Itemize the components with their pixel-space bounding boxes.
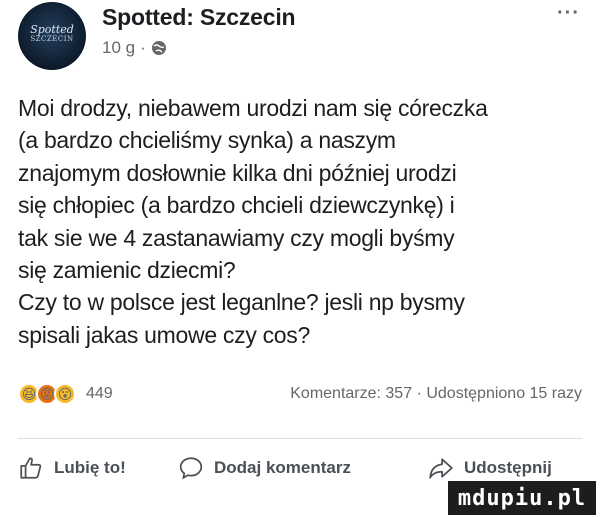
reactions[interactable]: 😆 😡 😮 449	[18, 383, 113, 405]
share-label: Udostępnij	[464, 458, 552, 477]
watermark-logo: mdupiu.pl	[448, 481, 596, 515]
stats-separator: ·	[416, 385, 422, 402]
comment-icon	[179, 457, 203, 480]
page-name[interactable]: Spotted: Szczecin	[102, 4, 296, 31]
avatar-logo-bottom: SZCZECIN	[30, 35, 74, 43]
globe-icon	[151, 40, 167, 56]
comment-share-stats: Komentarze: 357 · Udostępniono 15 razy	[290, 385, 582, 403]
like-button[interactable]: Lubię to!	[18, 448, 126, 488]
post-time[interactable]: 10 g	[102, 38, 135, 58]
post-line: tak sie we 4 zastanawiamy czy mogli byśm…	[18, 224, 455, 251]
share-icon	[429, 458, 453, 479]
comment-count[interactable]: Komentarze: 357	[290, 385, 412, 402]
like-label: Lubię to!	[54, 458, 126, 477]
meta-separator: ·	[140, 38, 146, 57]
reaction-count[interactable]: 449	[86, 385, 113, 403]
post-line: (a bardzo chcieliśmy synka) a naszym	[18, 127, 396, 154]
post-line: spisali jakas umowe czy cos?	[18, 321, 310, 348]
more-options-icon[interactable]: ···	[557, 2, 580, 25]
post-stats: 😆 😡 😮 449 Komentarze: 357 · Udostępniono…	[18, 380, 590, 408]
avatar-logo: Spotted SZCZECIN	[24, 24, 80, 44]
post-line: Moi drodzy, niebawem urodzi nam się córe…	[18, 95, 488, 121]
post-line: się zamienic dziecmi?	[18, 257, 236, 284]
post-text: Moi drodzy, niebawem urodzi nam się córe…	[18, 92, 590, 351]
post-line: się chłopiec (a bardzo chcieli dziewczyn…	[18, 192, 455, 219]
comment-label: Dodaj komentarz	[214, 458, 351, 477]
wow-icon: 😮	[54, 383, 76, 405]
post-header: Spotted SZCZECIN Spotted: Szczecin 10 g …	[18, 0, 588, 78]
thumbs-up-icon	[20, 457, 42, 479]
post-line: znajomym dosłownie kilka dni później uro…	[18, 159, 457, 186]
share-count[interactable]: Udostępniono 15 razy	[426, 385, 582, 402]
post-line: Czy to w polsce jest leganlne? jesli np …	[18, 289, 465, 316]
post-meta: 10 g ·	[102, 38, 167, 58]
divider	[18, 438, 582, 439]
avatar[interactable]: Spotted SZCZECIN	[18, 2, 86, 70]
comment-button[interactable]: Dodaj komentarz	[178, 448, 351, 488]
